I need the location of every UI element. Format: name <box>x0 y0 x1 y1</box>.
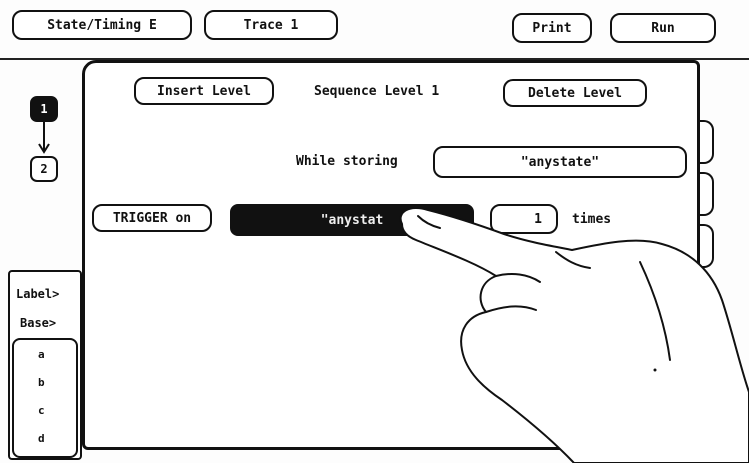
pointing-hand-icon <box>399 206 749 463</box>
